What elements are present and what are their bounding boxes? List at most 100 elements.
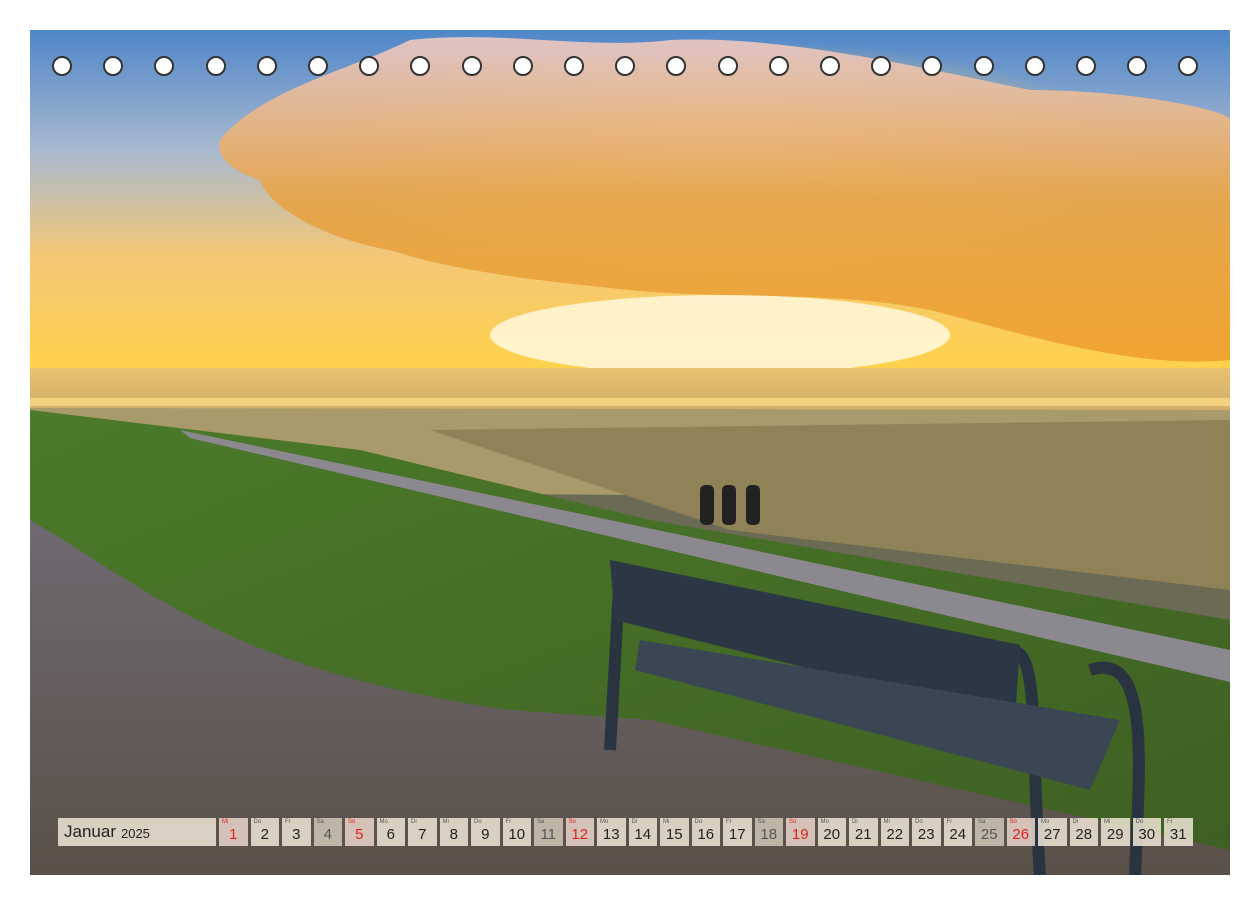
day-number: 1 [229, 826, 238, 843]
day-number: 30 [1138, 826, 1156, 843]
binding-hole [1178, 56, 1199, 76]
month-label-box: Januar 2025 [58, 818, 216, 846]
day-number: 28 [1075, 826, 1093, 843]
binding-holes [30, 30, 1230, 110]
binding-hole [820, 56, 840, 76]
day-number: 19 [791, 826, 809, 843]
weekday-abbrev: Fr [285, 819, 291, 825]
calendar-day-cell: Do 23 [912, 818, 941, 846]
day-number: 23 [917, 826, 935, 843]
calendar-day-cell: Mo 27 [1038, 818, 1067, 846]
binding-hole [717, 56, 738, 76]
day-number: 27 [1043, 826, 1061, 843]
weekday-abbrev: Di [852, 819, 858, 825]
binding-hole [308, 56, 328, 76]
day-number: 2 [260, 826, 269, 843]
binding-hole [666, 56, 687, 76]
calendar-day-cell: Sa 11 [534, 818, 563, 846]
weekday-abbrev: Sa [537, 819, 545, 825]
calendar-day-cell: Fr 24 [943, 818, 972, 846]
day-number: 20 [823, 826, 841, 843]
calendar-day-cell: Di 14 [628, 818, 657, 846]
month-calendar-strip: Januar 2025 Mi 1 Do 2 Fr 3 Sa 4 So 5 Mo 6 Di 7 Mi 8 Do 9 F… [58, 818, 1196, 846]
calendar-day-cell: Mi 15 [660, 818, 689, 846]
binding-hole [564, 56, 584, 76]
weekday-abbrev: Sa [978, 819, 986, 825]
binding-hole [768, 56, 789, 76]
binding-hole [615, 56, 636, 76]
day-number: 10 [508, 826, 526, 843]
calendar-day-cell: Mi 22 [880, 818, 909, 846]
weekday-abbrev: Mo [379, 819, 388, 825]
day-number: 5 [355, 826, 364, 843]
weekday-abbrev: So [789, 819, 797, 825]
calendar-day-cell: Fr 17 [723, 818, 752, 846]
binding-hole [410, 56, 431, 76]
day-number: 3 [292, 826, 301, 843]
calendar-day-cell: Mi 8 [439, 818, 468, 846]
weekday-abbrev: Mi [1104, 819, 1111, 825]
weekday-abbrev: Sa [316, 819, 324, 825]
day-number: 22 [886, 826, 904, 843]
calendar-day-cell: Mo 13 [597, 818, 626, 846]
weekday-abbrev: Fr [946, 819, 953, 825]
weekday-abbrev: Sa [757, 819, 765, 825]
weekday-abbrev: Mi [222, 819, 229, 825]
binding-hole [512, 56, 533, 76]
day-number: 4 [323, 826, 332, 843]
binding-hole [256, 56, 277, 76]
calendar-page: Januar 2025 Mi 1 Do 2 Fr 3 Sa 4 So 5 Mo 6 Di 7 Mi 8 Do 9 F… [30, 30, 1230, 875]
calendar-day-cell: Do 2 [250, 818, 279, 846]
day-number: 17 [728, 826, 746, 843]
weekday-abbrev: Mo [820, 819, 829, 825]
calendar-day-cell: Do 30 [1132, 818, 1161, 846]
calendar-day-cell: Mi 29 [1101, 818, 1130, 846]
weekday-abbrev: Mi [883, 819, 890, 825]
weekday-abbrev: Di [411, 819, 417, 825]
weekday-abbrev: Fr [726, 819, 732, 825]
weekday-abbrev: Fr [1167, 819, 1173, 825]
calendar-day-cell: Di 28 [1069, 818, 1098, 846]
day-number: 6 [386, 826, 395, 843]
day-number: 21 [854, 826, 872, 843]
binding-hole [359, 56, 380, 76]
calendar-day-cell: Fr 31 [1164, 818, 1193, 846]
weekday-abbrev: So [568, 819, 576, 825]
binding-hole [1024, 56, 1045, 76]
weekday-abbrev: Mi [442, 819, 449, 825]
weekday-abbrev: Do [253, 819, 262, 825]
day-number: 26 [1012, 826, 1030, 843]
binding-hole [1127, 56, 1148, 76]
month-name: Januar [64, 822, 116, 841]
calendar-day-cell: Sa 25 [975, 818, 1004, 846]
weekday-abbrev: Do [694, 819, 703, 825]
binding-hole [973, 56, 994, 76]
weekday-abbrev: So [348, 819, 356, 825]
calendar-day-cell: Di 7 [408, 818, 437, 846]
day-number: 18 [760, 826, 778, 843]
day-number: 24 [949, 826, 967, 843]
calendar-day-cell: So 12 [565, 818, 594, 846]
calendar-day-cell: Mo 6 [376, 818, 405, 846]
weekday-abbrev: Do [474, 819, 482, 825]
weekday-abbrev: Di [631, 819, 638, 825]
year-label: 2025 [120, 826, 150, 841]
binding-hole [52, 56, 72, 76]
weekday-abbrev: Di [1072, 819, 1079, 825]
weekday-abbrev: Do [1135, 819, 1144, 825]
day-number: 15 [665, 826, 683, 843]
weekday-abbrev: Do [915, 819, 923, 825]
coastal-sunset-photo [30, 30, 1230, 875]
calendar-day-cell: So 26 [1006, 818, 1035, 846]
calendar-day-cell: So 19 [786, 818, 815, 846]
calendar-day-cell: Do 9 [471, 818, 500, 846]
weekday-abbrev: Mi [663, 819, 670, 825]
weekday-abbrev: Mo [1041, 819, 1050, 825]
day-number: 7 [418, 826, 427, 843]
calendar-day-cell: Fr 3 [282, 818, 311, 846]
day-number: 25 [980, 826, 998, 843]
calendar-day-cell: Do 16 [691, 818, 720, 846]
calendar-day-cell: So 5 [345, 818, 374, 846]
calendar-day-cell: Sa 18 [754, 818, 783, 846]
binding-hole [205, 56, 226, 76]
